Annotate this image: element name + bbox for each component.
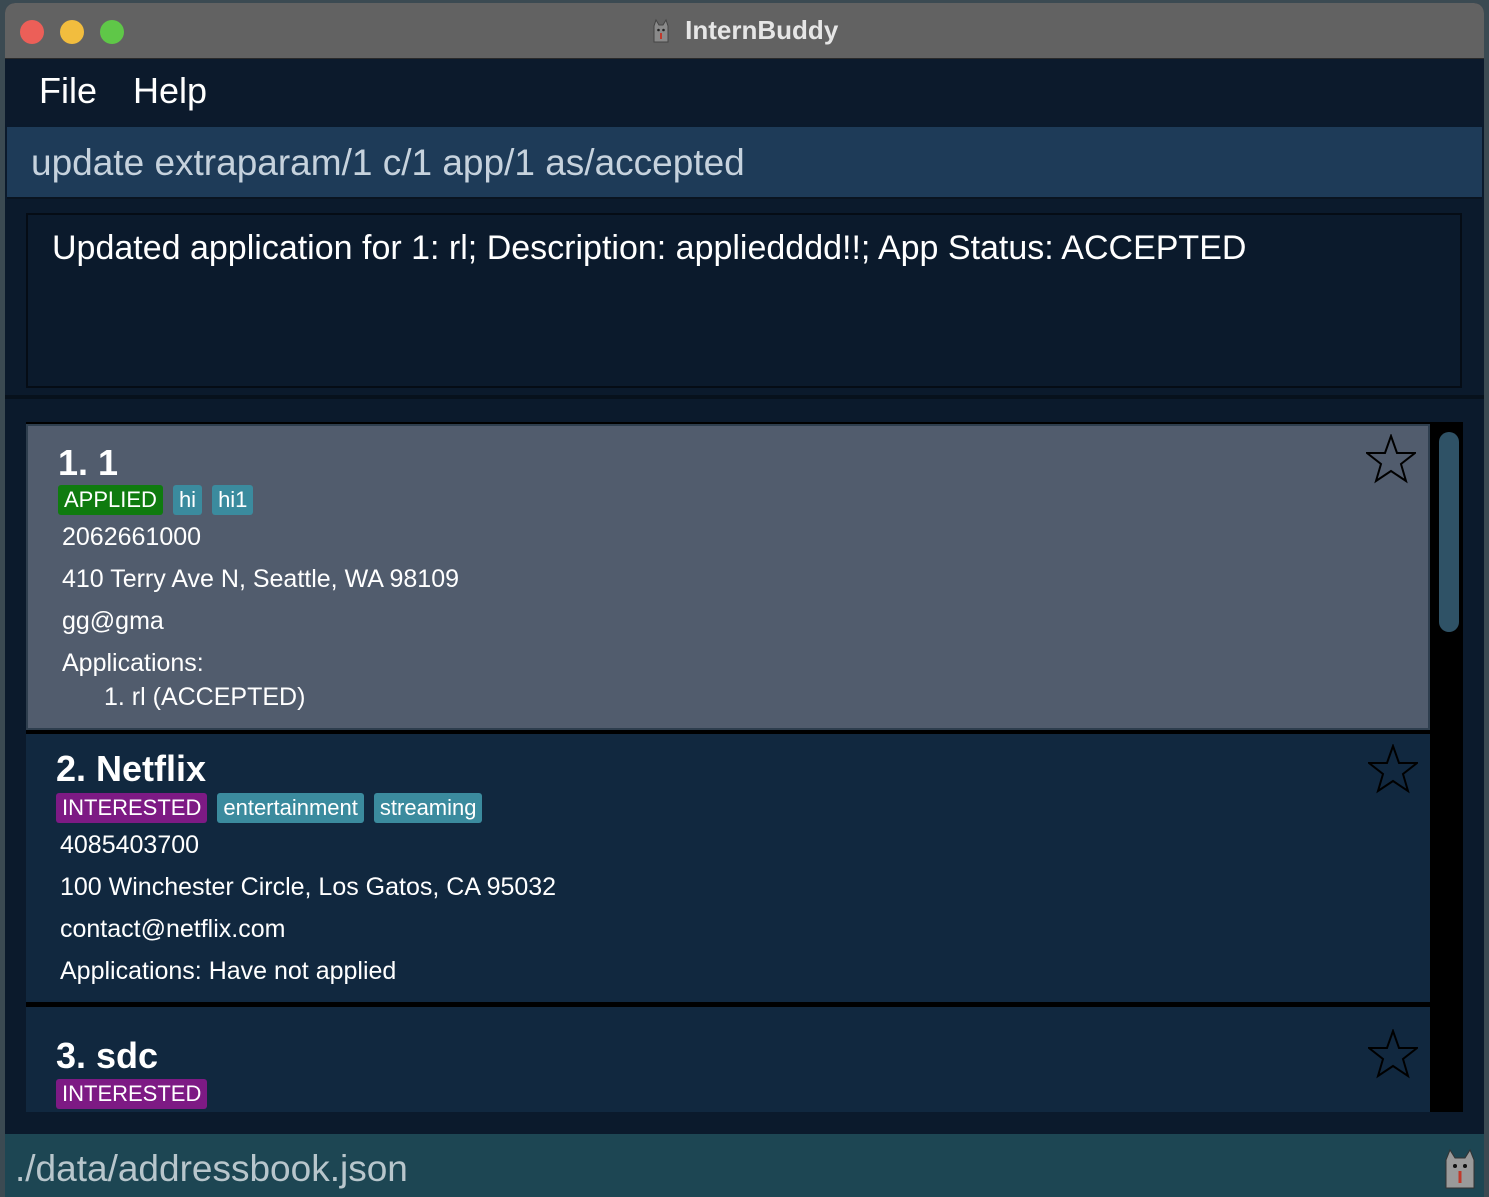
window-title: InternBuddy [685, 15, 839, 45]
status-badge: INTERESTED [56, 793, 208, 823]
result-message: Updated application for 1: rl; Descripti… [52, 229, 1247, 267]
command-input[interactable] [31, 139, 1431, 187]
status-bar: ./data/addressbook.json [5, 1134, 1484, 1197]
app-window: InternBuddy File Help Updated applicatio… [5, 3, 1484, 1197]
company-name: 2. Netflix [56, 748, 207, 789]
status-badge: APPLIED [58, 485, 163, 515]
company-list: 1. 1 APPLIED hi hi1 2062661000 410 Terry A… [26, 422, 1463, 1112]
result-panel: Updated application for 1: rl; Descripti… [5, 203, 1484, 399]
cat-logo-icon [651, 18, 671, 44]
data-file-path: ./data/addressbook.json [15, 1148, 408, 1189]
tag-list: INTERESTED entertainment streaming [56, 793, 492, 825]
result-display: Updated application for 1: rl; Descripti… [26, 213, 1462, 388]
status-badge: INTERESTED [56, 1079, 208, 1109]
menu-file[interactable]: File [39, 70, 97, 112]
tag-list: INTERESTED [56, 1079, 217, 1111]
menu-help[interactable]: Help [133, 70, 207, 112]
star-icon[interactable] [1368, 744, 1418, 794]
applications-label: Applications: Have not applied [60, 957, 397, 985]
applications-label: Applications: [62, 649, 204, 677]
menu-bar: File Help [5, 60, 1484, 124]
company-list-panel: 1. 1 APPLIED hi hi1 2062661000 410 Terry A… [5, 403, 1484, 1133]
company-card[interactable]: 1. 1 APPLIED hi hi1 2062661000 410 Terry A… [26, 424, 1430, 730]
company-address: 100 Winchester Circle, Los Gatos, CA 950… [60, 873, 557, 901]
company-email: gg@gma [62, 607, 164, 635]
tag-list: APPLIED hi hi1 [58, 485, 263, 517]
company-card[interactable]: 3. sdc INTERESTED [26, 1007, 1430, 1112]
company-name: 1. 1 [58, 442, 119, 483]
scrollbar-thumb[interactable] [1439, 432, 1459, 632]
star-icon[interactable] [1366, 434, 1416, 484]
title-bar: InternBuddy [5, 3, 1484, 59]
company-card[interactable]: 2. Netflix INTERESTED entertainment stream… [26, 734, 1430, 1002]
tag: hi [172, 485, 203, 515]
cat-mascot-icon [1445, 1148, 1475, 1189]
company-address: 410 Terry Ave N, Seattle, WA 98109 [62, 565, 459, 593]
company-phone: 4085403700 [60, 831, 200, 859]
list-scrollbar[interactable] [1433, 422, 1463, 1112]
command-box [7, 127, 1482, 199]
company-name: 3. sdc [56, 1035, 159, 1076]
company-phone: 2062661000 [62, 523, 202, 551]
tag: streaming [373, 793, 483, 823]
tag: hi1 [212, 485, 254, 515]
tag: entertainment [217, 793, 364, 823]
company-email: contact@netflix.com [60, 915, 286, 943]
application-item: 1. rl (ACCEPTED) [104, 683, 306, 711]
star-icon[interactable] [1368, 1029, 1418, 1079]
